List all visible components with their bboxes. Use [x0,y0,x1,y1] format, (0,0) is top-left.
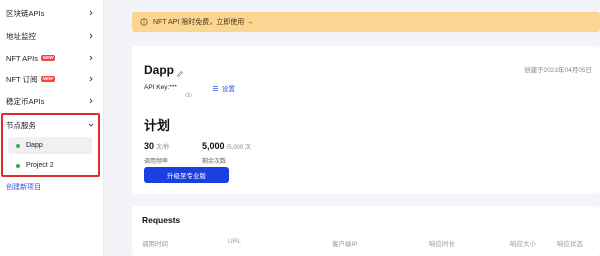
remaining-total: /5,000 次 [226,145,251,151]
settings-link[interactable]: 设置 [212,83,235,93]
rate-value: 30 [144,141,155,151]
column-header: 响应大小 [510,241,536,248]
sidebar-item-nft-apis[interactable]: NFT APIs NEW [0,48,104,68]
sidebar-item-label: NFT APIs [6,53,38,63]
sidebar-item-nft-subscription[interactable]: NFT 订阅 NEW [0,69,104,89]
column-header: 客户端IP [332,241,358,248]
chevron-down-icon [86,120,96,130]
info-icon [140,18,148,26]
chevron-right-icon [86,96,96,106]
remaining-value: 5,000 [202,141,225,151]
column-header: 响应状态 [557,241,583,248]
sidebar-item-node-service[interactable]: 节点服务 [0,115,104,135]
project-label: Project 2 [26,162,54,169]
api-key-label: API Key:*** [144,84,177,91]
promo-banner[interactable]: NFT API 限时免费，立即使用 → [132,12,600,32]
banner-text: NFT API 限时免费，立即使用 → [153,19,254,26]
new-badge: NEW [40,76,56,82]
rate-caption: 调用频率 [144,159,169,165]
plan-title: 计划 [144,118,171,133]
upgrade-button[interactable]: 升级至专业版 [144,167,229,183]
sidebar-item-label: 稳定币APIs [6,96,45,106]
sidebar-item-label: 节点服务 [6,120,36,130]
project-card: Dapp 创建于2023年04月05日 API Key:*** 设置 计划 30… [132,46,600,194]
remaining-caption: 剩余次数 [202,159,227,165]
chevron-right-icon [86,8,96,18]
status-dot-icon [16,163,20,168]
created-date: 创建于2023年04月05日 [524,67,592,74]
column-header: URL [228,238,242,245]
edit-icon[interactable] [176,65,184,83]
chevron-right-icon [86,31,96,41]
settings-icon [212,85,219,92]
chevron-right-icon [86,74,96,84]
sidebar-item-label: 地址监控 [6,31,36,41]
create-project-link[interactable]: 创建新项目 [6,182,41,192]
status-dot-icon [16,143,20,148]
sidebar-item-stablecoin-apis[interactable]: 稳定币APIs [0,91,104,111]
requests-card: Requests 调用时间 URL 客户端IP 响应时长 响应大小 响应状态 [132,206,600,256]
sidebar-item-label: 区块链APIs [6,8,45,18]
eye-icon[interactable] [185,85,192,103]
project-label: Dapp [26,142,43,149]
column-header: 调用时间 [142,241,168,248]
new-badge: NEW [40,55,56,61]
column-header: 响应时长 [429,241,455,248]
rate-stat: 30 次/秒 调用频率 [144,136,170,165]
chevron-right-icon [86,53,96,63]
project-item-project-2[interactable]: Project 2 [8,157,92,174]
project-item-dapp[interactable]: Dapp [8,137,92,154]
settings-label: 设置 [222,86,235,93]
requests-title: Requests [142,215,181,225]
remaining-stat: 5,000/5,000 次 剩余次数 [202,136,251,165]
project-title: Dapp [144,63,174,77]
rate-unit: 次/秒 [156,145,170,151]
sidebar: 区块链APIs 地址监控 NFT APIs NEW NFT 订阅 NEW 稳定币… [0,0,104,256]
sidebar-item-blockchain-apis[interactable]: 区块链APIs [0,3,104,23]
sidebar-item-address-monitor[interactable]: 地址监控 [0,26,104,46]
sidebar-item-label: NFT 订阅 [6,74,38,84]
